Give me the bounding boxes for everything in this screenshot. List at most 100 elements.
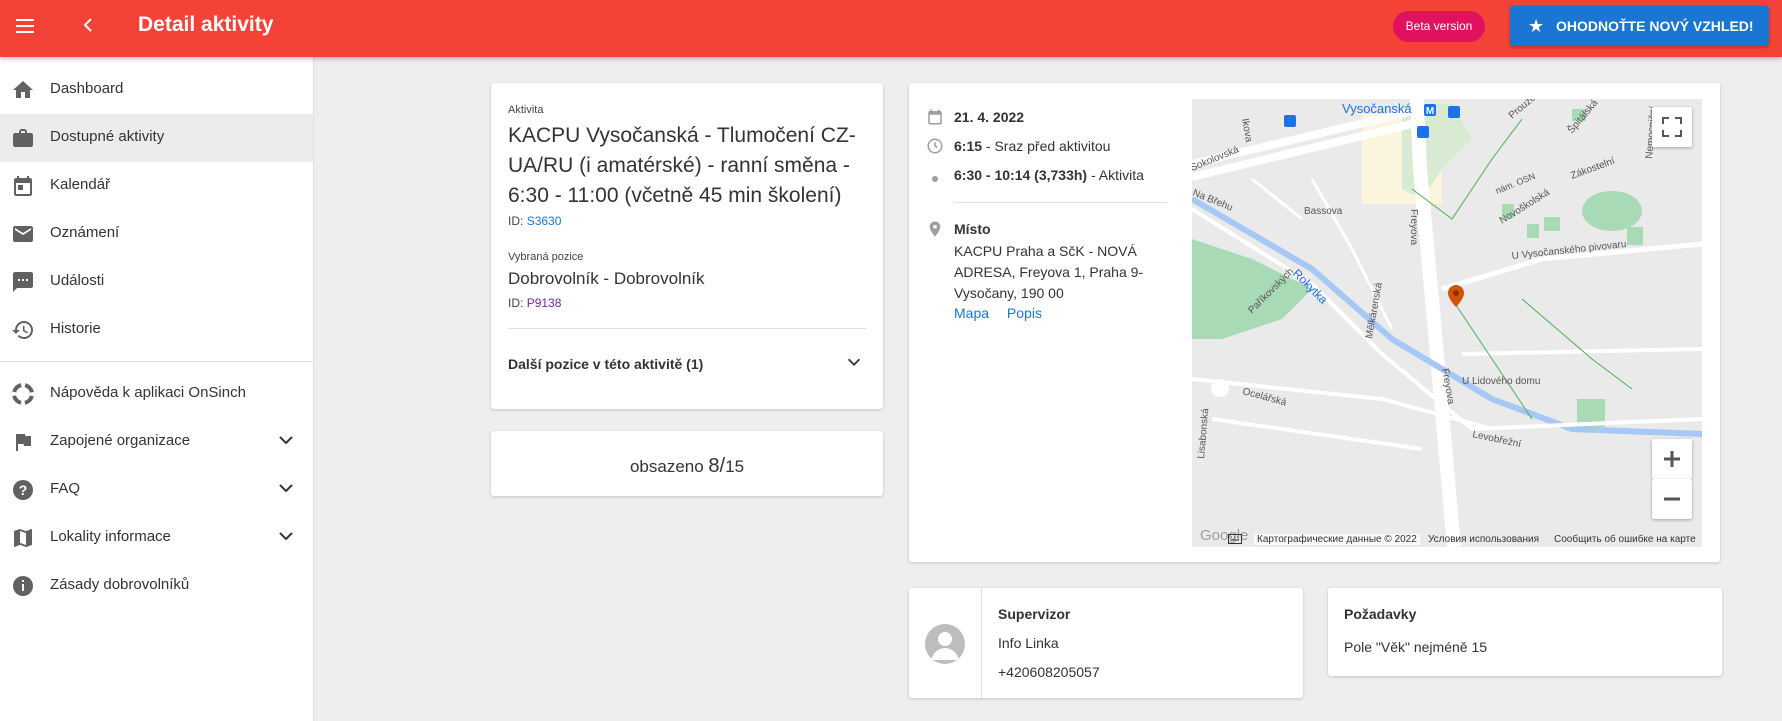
supervisor-label: Supervizor — [998, 606, 1071, 622]
occupancy-total: 15 — [725, 457, 745, 476]
chat-icon — [13, 272, 33, 292]
minus-icon — [1664, 497, 1680, 501]
avatar — [925, 624, 965, 664]
map-terms-link[interactable]: Условия использования — [1428, 534, 1539, 545]
id-prefix: ID: — [508, 296, 524, 310]
map-report-link[interactable]: Сообщить об ошибке на карте — [1554, 534, 1696, 545]
meet-time: 6:15 — [954, 138, 983, 154]
location-map[interactable]: M Vysočanská Sokolovská Bassova Freyova … — [1192, 99, 1702, 547]
rate-new-look-label: OHODNOŤTE NOVÝ VZHLED! — [1556, 18, 1754, 34]
sidebar-item-volunteer-rules[interactable]: Zásady dobrovolníků — [0, 562, 313, 610]
requirements-card: Požadavky Pole "Věk" nejméně 15 — [1328, 588, 1722, 676]
star-icon: ★ — [1528, 16, 1545, 36]
sidebar-item-label: Zásady dobrovolníků — [50, 576, 190, 593]
sidebar-item-organizations[interactable]: Zapojené organizace — [0, 418, 313, 466]
meet-text: - Sraz před aktivitou — [985, 138, 1111, 154]
svg-text:M: M — [1426, 106, 1434, 117]
calendar-icon — [928, 109, 942, 125]
map-link[interactable]: Mapa — [954, 305, 989, 321]
keyboard-icon[interactable] — [1228, 534, 1242, 544]
occupancy-prefix: obsazeno — [629, 457, 704, 476]
location-pin-icon — [929, 221, 941, 237]
activity-id: ID: S3630 — [508, 214, 561, 228]
sidebar-item-events[interactable]: Události — [0, 258, 313, 306]
chevron-down-icon[interactable] — [845, 353, 863, 371]
home-icon — [13, 81, 33, 98]
briefcase-icon — [13, 129, 33, 147]
activity-label: Aktivita — [508, 104, 544, 116]
zoom-out-button[interactable] — [1652, 479, 1692, 519]
activity-time-row: 6:30 - 10:14 (3,733h) - Aktivita — [954, 167, 1144, 183]
activity-title: KACPU Vysočanská - Tlumočení CZ-UA/RU (i… — [508, 124, 856, 207]
plus-icon — [1664, 451, 1680, 467]
map-attribution: Картографические данные © 2022 — [1254, 534, 1420, 545]
sidebar-divider — [0, 361, 313, 362]
card-divider — [508, 328, 866, 329]
supervisor-divider — [981, 588, 982, 698]
requirements-text: Pole "Věk" nejméně 15 — [1344, 639, 1488, 655]
chevron-down-icon — [279, 484, 293, 493]
activity-card: Aktivita KACPU Vysočanská - Tlumočení CZ… — [491, 83, 883, 409]
sidebar-item-history[interactable]: Historie — [0, 306, 313, 354]
lifebuoy-icon — [12, 383, 34, 405]
sidebar-item-notifications[interactable]: Oznámení — [0, 210, 313, 258]
position-label: Vybraná pozice — [508, 251, 584, 263]
supervisor-name: Info Linka — [998, 635, 1059, 651]
info-icon — [13, 576, 33, 596]
sidebar-item-label: Dostupné aktivity — [50, 128, 165, 145]
sidebar-item-calendar[interactable]: Kalendář — [0, 162, 313, 210]
place-address: KACPU Praha a SčK - NOVÁ ADRESA, Freyova… — [954, 243, 1144, 301]
sidebar-item-label: Nápověda k aplikaci OnSinch — [50, 384, 246, 401]
position-name: Dobrovolník - Dobrovolník — [508, 269, 705, 288]
mail-icon — [13, 226, 33, 242]
sidebar-item-locations[interactable]: Lokality informace — [0, 514, 313, 562]
sidebar-item-label: Lokality informace — [50, 528, 171, 545]
chevron-down-icon — [279, 436, 293, 445]
description-link[interactable]: Popis — [1007, 305, 1042, 321]
help-icon: ? — [13, 480, 33, 500]
activity-time-text: - Aktivita — [1090, 167, 1144, 183]
sidebar-item-label: Události — [50, 272, 105, 289]
map-canvas: M Vysočanská Sokolovská Bassova Freyova … — [1192, 99, 1702, 547]
more-positions-toggle[interactable]: Další pozice v této aktivitě (1) — [508, 356, 703, 372]
sidebar: Dashboard Dostupné aktivity Kalendář Ozn… — [0, 57, 314, 721]
requirements-label: Požadavky — [1344, 606, 1417, 622]
supervisor-phone[interactable]: +420608205057 — [998, 664, 1100, 680]
activity-date: 21. 4. 2022 — [954, 109, 1025, 125]
activity-id-link[interactable]: S3630 — [527, 214, 562, 228]
menu-icon[interactable] — [10, 10, 42, 42]
page-title: Detail aktivity — [138, 13, 274, 36]
supervisor-card: Supervizor Info Linka +420608205057 — [909, 588, 1303, 698]
history-icon — [12, 321, 33, 339]
bullet-dot — [932, 176, 938, 182]
details-divider — [954, 202, 1167, 203]
details-card: 21. 4. 2022 6:15 - Sraz před aktivitou 6… — [909, 83, 1720, 562]
person-icon — [931, 632, 959, 660]
sidebar-item-faq[interactable]: ? FAQ — [0, 466, 313, 514]
sidebar-item-label: Historie — [50, 320, 101, 337]
sidebar-item-available-activities[interactable]: Dostupné aktivity — [0, 114, 313, 162]
app-header: Detail aktivity Beta version ★ OHODNOŤTE… — [0, 0, 1782, 57]
meet-time-row: 6:15 - Sraz před aktivitou — [954, 138, 1110, 154]
rate-new-look-button[interactable]: ★ OHODNOŤTE NOVÝ VZHLED! — [1510, 6, 1769, 46]
back-arrow-icon[interactable] — [78, 11, 100, 39]
sidebar-item-label: Dashboard — [50, 80, 124, 97]
id-prefix: ID: — [508, 214, 524, 228]
activity-time: 6:30 - 10:14 (3,733h) — [954, 167, 1088, 183]
sidebar-item-label: Oznámení — [50, 224, 120, 241]
map-icon — [14, 529, 32, 547]
sidebar-item-label: Kalendář — [50, 176, 111, 193]
sidebar-item-help[interactable]: Nápověda k aplikaci OnSinch — [0, 370, 313, 418]
occupancy-card: obsazeno 8/15 — [491, 431, 883, 496]
svg-text:Bassova: Bassova — [1304, 206, 1343, 217]
fullscreen-button[interactable] — [1652, 107, 1692, 147]
chevron-down-icon — [279, 532, 293, 541]
occupancy-filled: 8 — [708, 455, 720, 477]
position-id-link[interactable]: P9138 — [527, 296, 562, 310]
sidebar-item-dashboard[interactable]: Dashboard — [0, 66, 313, 114]
occupancy-text: obsazeno 8/15 — [491, 455, 883, 478]
svg-text:Freyova: Freyova — [1408, 209, 1419, 246]
zoom-in-button[interactable] — [1652, 439, 1692, 479]
fullscreen-icon — [1662, 117, 1682, 137]
clock-icon — [927, 138, 943, 154]
